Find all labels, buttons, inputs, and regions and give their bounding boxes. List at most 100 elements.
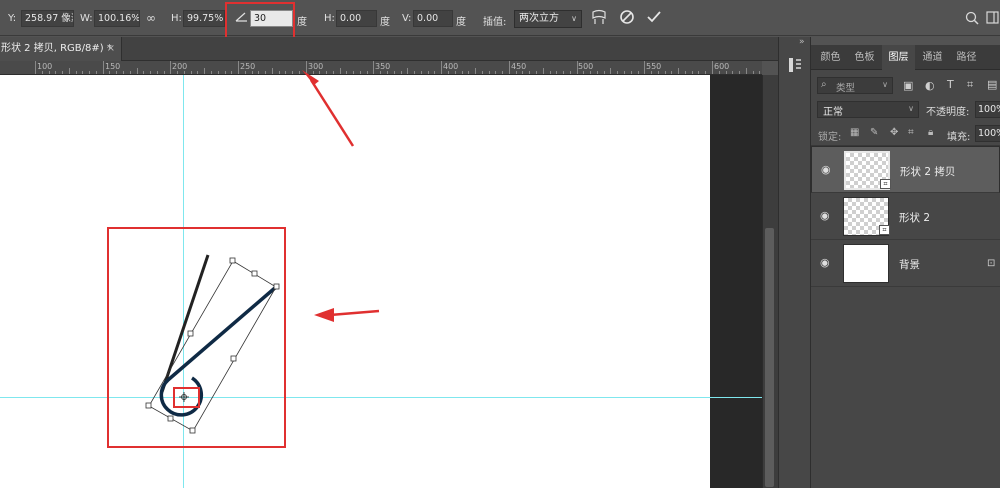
fill-label: 填充: [947,132,971,143]
link-icon[interactable]: ∞ [146,11,156,25]
opacity-input[interactable]: 100% [975,101,1000,118]
ruler-tick [732,71,733,74]
ruler-tick [49,71,50,74]
cancel-transform-icon[interactable] [619,9,635,29]
layer-name[interactable]: 背景 [899,257,920,272]
layer-row-shape-2[interactable]: ◉ ⌗ 形状 2 [811,193,1000,240]
blend-mode-select[interactable]: 正常 ∨ [817,101,919,118]
ruler-tick [394,71,395,74]
visibility-eye-icon[interactable]: ◉ [820,210,832,222]
ruler-tick [678,68,679,74]
ruler-tick [692,71,693,74]
ruler-tick [421,71,422,74]
ruler-tick [604,71,605,74]
scrollbar-thumb[interactable] [765,228,774,487]
warp-icon[interactable] [591,9,607,29]
lock-image-icon[interactable]: ✎ [870,127,878,138]
lock-artboard-icon[interactable]: ⌗ [908,127,914,138]
collapse-icon[interactable]: » [799,37,805,47]
ruler-tick [556,71,557,74]
ruler-label: 350 [375,62,391,71]
ruler-tick [157,71,158,74]
ruler-tick [184,71,185,74]
adjustment-filter-icon[interactable]: ◐ [925,79,935,92]
layer-row-background[interactable]: ◉ 背景 ⊡ [811,240,1000,287]
lock-all-icon[interactable]: 🔒︎ [928,127,933,138]
visibility-eye-icon[interactable]: ◉ [821,164,833,176]
lock-position-icon[interactable]: ✥ [890,127,898,138]
interpolation-select[interactable]: 两次立方 ∨ [514,10,582,28]
ruler-tick [292,71,293,74]
ruler-tick [468,71,469,74]
document-tab[interactable]: 形状 2 拷贝, RGB/8#) * × [0,37,122,61]
ruler-tick [204,68,205,74]
ruler-tick [685,71,686,74]
y-input[interactable]: 258.97 像素 [21,10,74,27]
smart-object-filter-icon[interactable]: ▤ [987,78,997,91]
document-tab-title: 形状 2 拷贝, RGB/8#) * [1,43,112,54]
fill-input[interactable]: 100% [975,125,1000,142]
ruler-tick [617,71,618,74]
ruler-label: 500 [578,62,594,71]
ruler-tick [109,71,110,74]
arrow-to-rotate-icon [302,70,355,147]
layer-filter-select[interactable]: ⌕ 类型 ∨ [817,77,893,94]
tab-color[interactable]: 颜色 [814,45,847,70]
ruler-tick [164,71,165,74]
ruler-tick [563,71,564,74]
ruler-tick [231,71,232,74]
ruler-tick [624,71,625,74]
layer-thumbnail [843,244,889,283]
vskew-input[interactable]: 0.00 [413,10,453,27]
tab-channels[interactable]: 通道 [916,45,949,70]
ruler-tick [76,71,77,74]
type-filter-icon[interactable]: T [947,78,954,91]
ruler-tick [712,61,713,74]
photoshop-window: { "options_bar": { "y_label": "Y:", "y_v… [0,0,1000,488]
shape-highlight-box [107,227,286,448]
search-icon[interactable] [965,11,979,29]
lock-label: 锁定: [818,132,842,143]
ruler-tick [82,71,83,74]
search-icon: ⌕ [821,79,827,90]
arrow-to-shape-icon [314,308,380,322]
ruler-label: 200 [172,62,188,71]
ruler-tick [536,71,537,74]
ruler-label: 550 [646,62,662,71]
ruler-tick [509,61,510,74]
width-input[interactable]: 100.16% [94,10,140,27]
ruler-label: 250 [240,62,256,71]
ruler-tick [285,71,286,74]
ruler-tick [475,68,476,74]
pixel-filter-icon[interactable]: ▣ [903,79,913,92]
y-label: Y: [8,13,17,24]
opacity-label: 不透明度: [926,107,970,118]
height-input[interactable]: 99.75% [183,10,225,27]
ruler-tick [62,71,63,74]
layer-row-shape-2-copy[interactable]: ◉ ⌗ 形状 2 拷贝 [811,146,1000,193]
commit-transform-icon[interactable] [646,9,662,29]
layer-name[interactable]: 形状 2 拷贝 [900,164,955,180]
history-panel-icon[interactable] [788,57,802,76]
shape-filter-icon[interactable]: ⌗ [967,78,973,92]
layer-name[interactable]: 形状 2 [899,210,930,225]
workspace-icon[interactable] [986,11,999,28]
lock-icon: ⊡ [987,258,996,269]
w-label: W: [80,13,93,24]
ruler-tick [583,71,584,74]
tab-swatches[interactable]: 色板 [848,45,881,70]
ruler-tick [719,71,720,74]
ruler-tick [448,71,449,74]
ruler-tick [434,71,435,74]
ruler-tick [103,61,104,74]
tab-paths[interactable]: 路径 [950,45,983,70]
hskew-input[interactable]: 0.00 [336,10,377,27]
ruler-tick [211,71,212,74]
ruler-tick [42,71,43,74]
ruler-tick [218,71,219,74]
lock-transparent-icon[interactable]: ▦ [850,127,859,138]
interpolation-label: 插值: [483,17,507,28]
close-icon[interactable]: × [107,37,115,61]
tab-layers[interactable]: 图层 [882,45,915,70]
visibility-eye-icon[interactable]: ◉ [820,257,832,269]
